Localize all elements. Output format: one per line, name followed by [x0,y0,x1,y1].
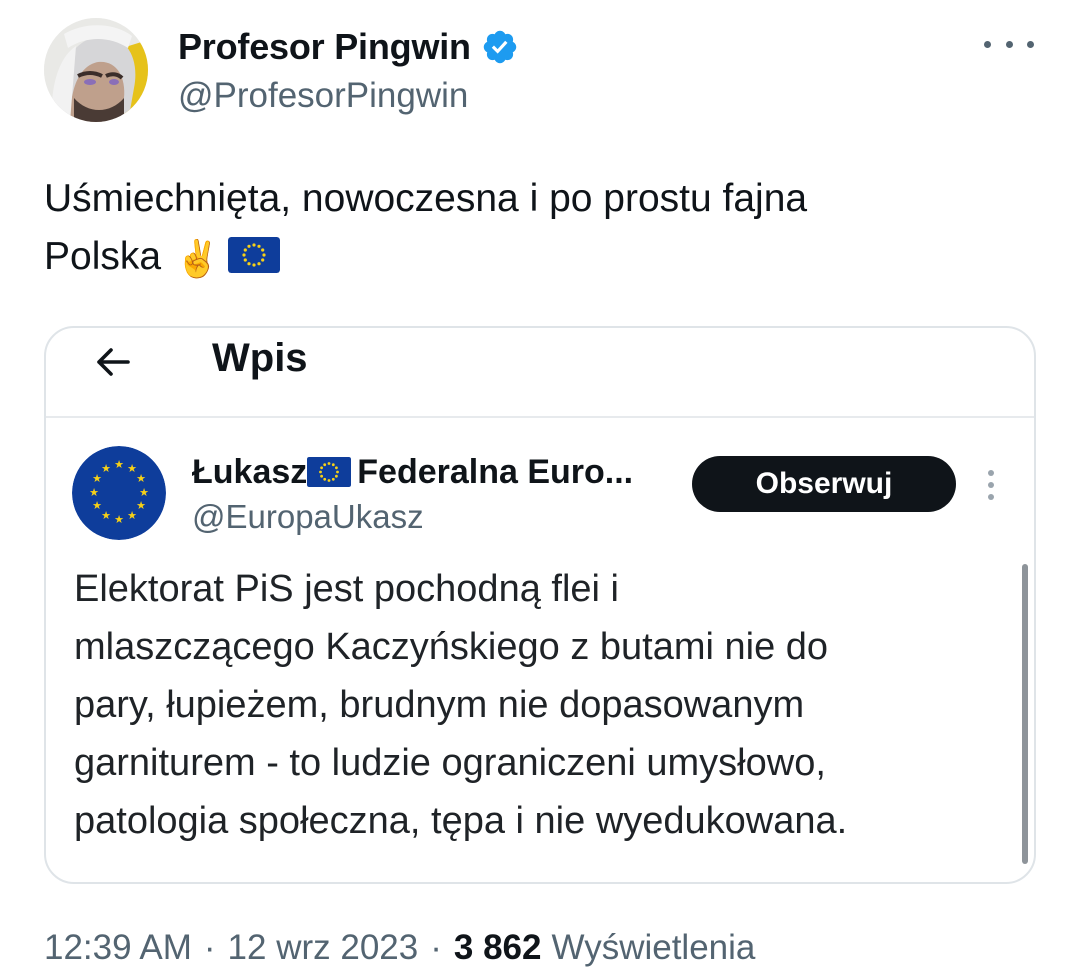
author-names: Profesor Pingwin @ProfesorPingwin [178,24,519,116]
avatar-illustration [44,18,148,122]
tweet-text-line-2: Polska ✌️ [44,228,1004,288]
svg-text:★: ★ [89,486,99,499]
quoted-author-avatar[interactable]: ★ ★ ★ ★ ★ ★ ★ ★ ★ ★ ★ ★ [72,446,166,540]
svg-text:★: ★ [136,472,146,485]
svg-text:★: ★ [101,509,111,522]
svg-text:★: ★ [139,486,149,499]
quoted-text-line: patologia społeczna, tępa i nie wyedukow… [74,800,848,842]
quoted-display-name: Łukasz [192,452,308,491]
svg-text:★: ★ [114,458,124,471]
scrollbar[interactable] [1022,564,1028,864]
views-label: Wyświetlenia [551,928,756,967]
verified-badge-icon[interactable] [481,28,519,66]
quoted-display-name-rest: Federalna Euro... [357,452,634,491]
meta-separator: · [430,928,442,967]
tweet-date[interactable]: 12 wrz 2023 [228,928,419,968]
eu-avatar-icon: ★ ★★ ★★★ ★★★ ★★★ [72,446,166,540]
author-name-row: Profesor Pingwin [178,24,519,70]
tweet-text-word: Polska [44,235,162,278]
quoted-text-line: Elektorat PiS jest pochodną flei i [74,568,619,610]
author-handle[interactable]: @ProfesorPingwin [178,76,519,116]
more-options-icon[interactable] [984,32,1034,56]
svg-text:★: ★ [92,499,102,512]
eu-flag-icon [227,237,280,273]
author-display-name[interactable]: Profesor Pingwin [178,26,471,68]
more-dot [1005,40,1013,48]
svg-text:★: ★ [114,513,124,526]
eu-flag-icon [307,457,352,487]
tweet-time[interactable]: 12:39 AM [44,928,192,968]
quoted-more-options-icon[interactable] [988,470,996,500]
quoted-post-text: Elektorat PiS jest pochodną flei i mlasz… [74,560,1014,850]
tweet-text-line: Uśmiechnięta, nowoczesna i po prostu faj… [44,177,808,220]
quoted-text-line: mlaszczącego Kaczyńskiego z butami nie d… [74,626,829,668]
back-arrow-icon[interactable] [92,342,132,382]
tweet-meta: 12:39 AM · 12 wrz 2023 · 3 862 Wyświetle… [44,928,755,968]
tweet-author-header: Profesor Pingwin @ProfesorPingwin [44,18,1034,128]
quoted-author-name-row[interactable]: Łukasz Federalna Euro... [192,450,633,494]
meta-separator: · [203,928,216,967]
quoted-text-line: pary, łupieżem, brudnym nie dopasowanym [74,684,805,726]
quoted-author-names: Łukasz Federalna Euro... @EuropaUkasz [192,450,633,536]
views-count: 3 862 [453,928,542,967]
tweet-text: Uśmiechnięta, nowoczesna i po prostu faj… [44,170,1004,288]
more-dot [988,482,994,488]
card-header: Wpis [46,328,1034,418]
quoted-text-line: garniturem - to ludzie ograniczeni umysł… [74,742,826,784]
card-title: Wpis [212,336,308,380]
embedded-post-card[interactable]: Wpis ★ ★ ★ ★ ★ ★ ★ ★ ★ ★ ★ ★ Łukasz Fede… [44,326,1036,884]
follow-button[interactable]: Obserwuj [692,456,956,512]
svg-text:★: ★ [136,499,146,512]
author-avatar[interactable] [44,18,148,122]
tweet-page: Profesor Pingwin @ProfesorPingwin Uśmiec… [0,0,1080,980]
victory-hand-icon: ✌️ [175,238,220,279]
svg-text:★: ★ [127,509,137,522]
more-dot [984,40,991,48]
svg-text:★: ★ [101,462,111,475]
more-dot [988,494,994,500]
quoted-handle[interactable]: @EuropaUkasz [192,498,633,536]
more-dot [1027,40,1034,48]
more-dot [988,470,994,476]
